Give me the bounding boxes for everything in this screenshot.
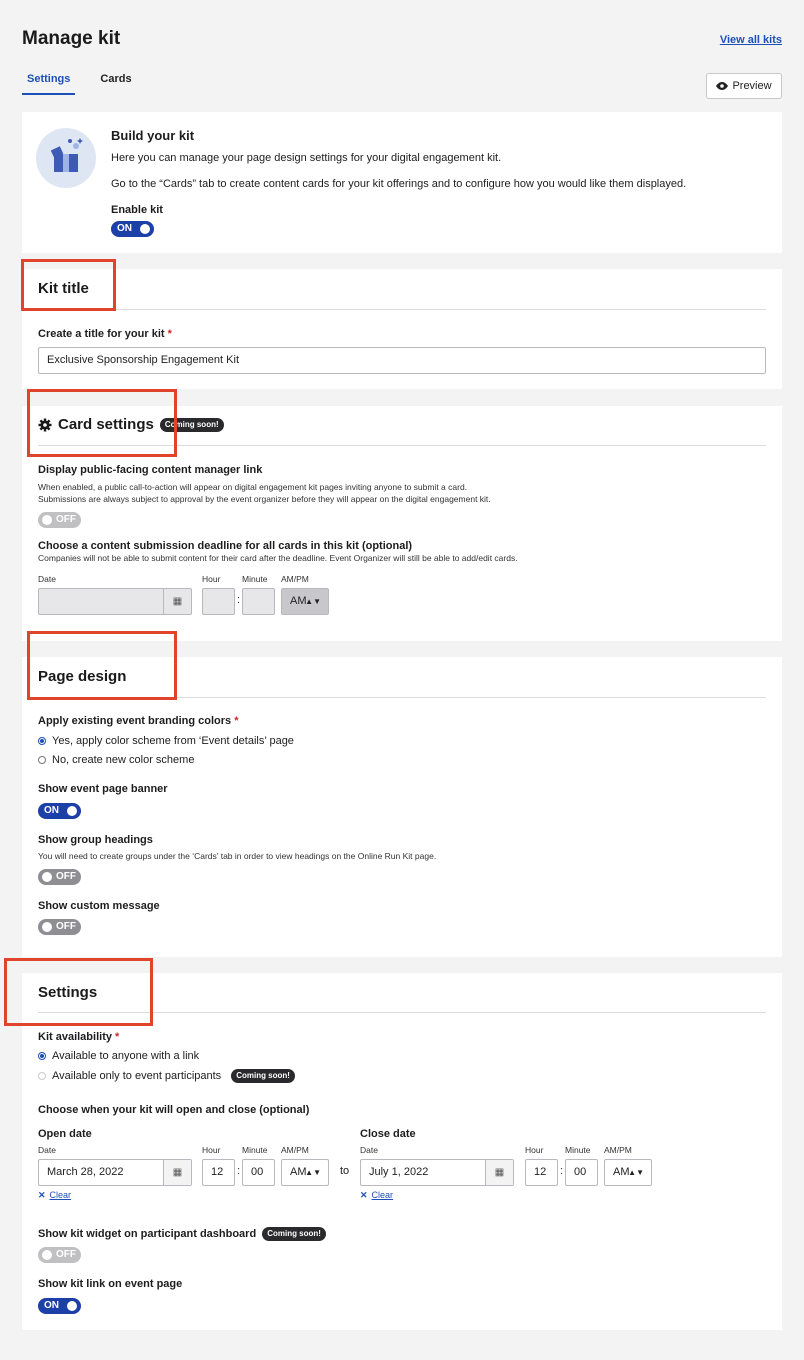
toggle-state: ON (117, 223, 132, 234)
event-link-toggle[interactable]: ON (38, 1298, 81, 1314)
settings-card: Settings Kit availability * Available to… (22, 973, 782, 1330)
kit-illustration (36, 128, 96, 188)
open-date-input[interactable]: March 28, 2022 ▦ (38, 1159, 192, 1186)
public-link-help-2: Submissions are always subject to approv… (38, 494, 491, 504)
close-clear-link[interactable]: ✕ Clear (360, 1190, 393, 1201)
hour-label: Hour (202, 574, 221, 584)
availability-anyone[interactable]: Available to anyone with a link (38, 1050, 199, 1062)
preview-button[interactable]: Preview (706, 73, 782, 99)
build-instructions: Go to the “Cards” tab to create content … (111, 178, 687, 190)
availability-label: Kit availability * (38, 1031, 120, 1043)
availability-participants: Available only to event participants Com… (38, 1069, 295, 1083)
highlight-box-kit-title (21, 259, 116, 311)
open-clear-link[interactable]: ✕ Clear (38, 1190, 71, 1201)
close-date-label: Date (360, 1145, 378, 1155)
kit-title-card: Kit title Create a title for your kit * … (22, 269, 782, 389)
kit-title-input[interactable]: Exclusive Sponsorship Engagement Kit (38, 347, 766, 374)
kit-title-label: Create a title for your kit * (38, 328, 172, 340)
close-minute-input[interactable]: 00 (565, 1159, 598, 1186)
deadline-minute-input[interactable] (242, 588, 275, 615)
close-date-input[interactable]: July 1, 2022 ▦ (360, 1159, 514, 1186)
widget-toggle[interactable]: OFF (38, 1247, 81, 1263)
preview-label: Preview (732, 80, 772, 92)
tab-cards[interactable]: Cards (95, 73, 136, 95)
highlight-box-settings (4, 958, 153, 1026)
close-ampm-select[interactable]: AM ▲▼ (604, 1159, 652, 1186)
chevron-updown-icon: ▲▼ (305, 597, 321, 606)
page-title: Manage kit (22, 28, 121, 49)
ampm-label: AM/PM (281, 574, 309, 584)
close-icon: ✕ (38, 1190, 46, 1200)
date-label: Date (38, 574, 56, 584)
open-hour-label: Hour (202, 1145, 221, 1155)
close-hour-label: Hour (525, 1145, 544, 1155)
coming-soon-badge: Coming soon! (262, 1227, 326, 1241)
group-headings-label: Show group headings (38, 834, 153, 846)
open-hour-input[interactable]: 12 (202, 1159, 235, 1186)
deadline-hour-input[interactable] (202, 588, 235, 615)
deadline-help: Companies will not be able to submit con… (38, 553, 518, 563)
enable-kit-label: Enable kit (111, 204, 163, 216)
radio-checked[interactable] (38, 737, 46, 745)
deadline-ampm-select[interactable]: AM ▲▼ (281, 588, 329, 615)
public-link-help-1: When enabled, a public call-to-action wi… (38, 482, 468, 492)
coming-soon-badge: Coming soon! (231, 1069, 295, 1083)
highlight-box-page-design (27, 631, 177, 700)
branding-option-no[interactable]: No, create new color scheme (38, 754, 194, 766)
branding-label: Apply existing event branding colors * (38, 715, 239, 727)
enable-kit-toggle[interactable]: ON (111, 221, 154, 237)
public-link-toggle[interactable]: OFF (38, 512, 81, 528)
close-ampm-label: AM/PM (604, 1145, 632, 1155)
open-minute-label: Minute (242, 1145, 268, 1155)
deadline-label: Choose a content submission deadline for… (38, 540, 413, 552)
radio-unchecked[interactable] (38, 756, 46, 764)
group-headings-help: You will need to create groups under the… (38, 851, 437, 861)
close-icon: ✕ (360, 1190, 368, 1200)
custom-message-toggle[interactable]: OFF (38, 919, 81, 935)
gift-icon (50, 138, 83, 172)
banner-toggle[interactable]: ON (38, 803, 81, 819)
eye-icon (716, 82, 729, 90)
highlight-box-card-settings (27, 389, 177, 457)
close-hour-input[interactable]: 12 (525, 1159, 558, 1186)
group-headings-toggle[interactable]: OFF (38, 869, 81, 885)
deadline-date-input[interactable]: ▦ (38, 588, 192, 615)
chevron-updown-icon: ▲▼ (305, 1168, 321, 1177)
page-design-card: Page design Apply existing event brandin… (22, 657, 782, 957)
divider (38, 309, 766, 310)
chevron-updown-icon: ▲▼ (628, 1168, 644, 1177)
radio-checked[interactable] (38, 1052, 46, 1060)
custom-message-label: Show custom message (38, 900, 160, 912)
close-minute-label: Minute (565, 1145, 591, 1155)
open-ampm-select[interactable]: AM ▲▼ (281, 1159, 329, 1186)
build-kit-card: Build your kit Here you can manage your … (22, 112, 782, 253)
calendar-icon[interactable]: ▦ (163, 589, 191, 614)
time-separator: : (237, 594, 241, 606)
open-ampm-label: AM/PM (281, 1145, 309, 1155)
open-date-label: Date (38, 1145, 56, 1155)
time-separator: : (560, 1165, 564, 1177)
to-label: to (340, 1165, 350, 1177)
calendar-icon[interactable]: ▦ (163, 1160, 191, 1185)
calendar-icon[interactable]: ▦ (485, 1160, 513, 1185)
tab-settings[interactable]: Settings (22, 73, 76, 95)
close-date-title: Close date (360, 1128, 416, 1140)
banner-label: Show event page banner (38, 783, 168, 795)
build-description: Here you can manage your page design set… (111, 152, 502, 164)
widget-label: Show kit widget on participant dashboard… (38, 1227, 326, 1241)
public-link-label: Display public-facing content manager li… (38, 464, 263, 476)
branding-option-yes[interactable]: Yes, apply color scheme from ‘Event deta… (38, 735, 294, 747)
open-date-title: Open date (38, 1128, 92, 1140)
tab-bar: Settings Cards (22, 73, 137, 95)
open-minute-input[interactable]: 00 (242, 1159, 275, 1186)
radio-disabled (38, 1072, 46, 1080)
view-all-kits-link[interactable]: View all kits (720, 34, 782, 46)
time-separator: : (237, 1165, 241, 1177)
open-close-label: Choose when your kit will open and close… (38, 1104, 310, 1116)
minute-label: Minute (242, 574, 268, 584)
event-link-label: Show kit link on event page (38, 1278, 183, 1290)
build-title: Build your kit (111, 128, 195, 143)
